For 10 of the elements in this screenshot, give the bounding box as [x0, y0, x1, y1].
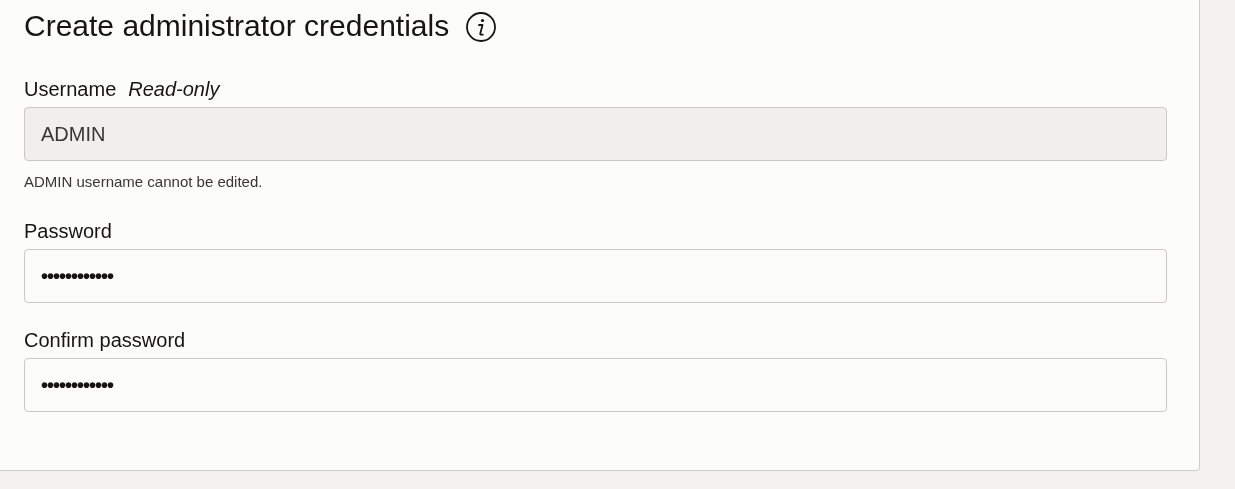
read-only-field[interactable]: ADMIN: [24, 107, 1167, 161]
password-field[interactable]: ••••••••••••: [24, 357, 1167, 412]
help-text: ADMIN username cannot be edited.: [24, 172, 264, 192]
field-label: Confirm password: [24, 327, 186, 353]
read-only-note: Read-only: [128, 77, 220, 102]
info-icon[interactable]: [465, 11, 498, 43]
field-label: Username: [24, 77, 117, 102]
section-title: Create administrator credentials: [24, 8, 450, 44]
field-label: Password: [24, 218, 112, 244]
password-field[interactable]: ••••••••••••: [24, 248, 1167, 303]
